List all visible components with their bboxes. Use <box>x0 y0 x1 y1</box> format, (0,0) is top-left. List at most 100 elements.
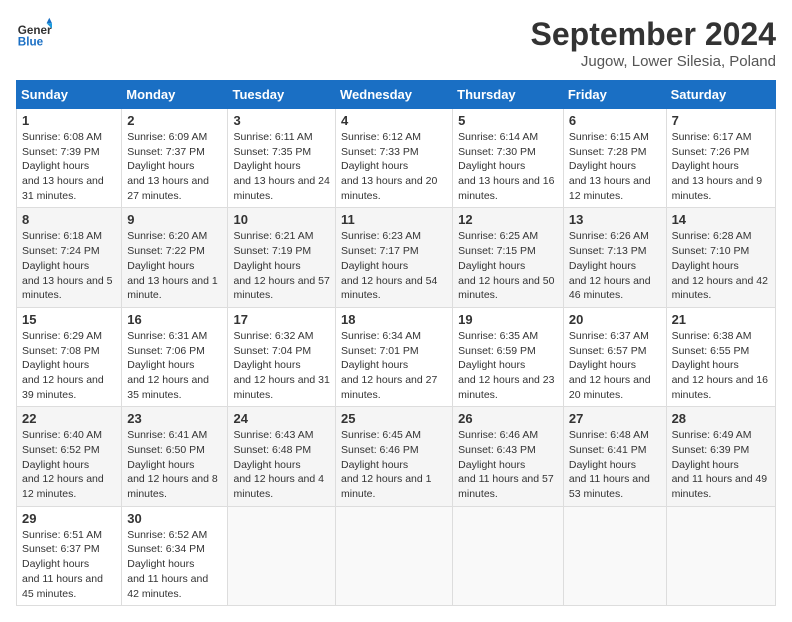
weekday-header: Thursday <box>453 81 564 109</box>
logo-icon: General Blue <box>16 16 52 52</box>
day-info: Sunrise: 6:38 AM Sunset: 6:55 PM Dayligh… <box>672 329 770 402</box>
calendar-cell: 10 Sunrise: 6:21 AM Sunset: 7:19 PM Dayl… <box>228 208 336 307</box>
calendar-cell: 26 Sunrise: 6:46 AM Sunset: 6:43 PM Dayl… <box>453 407 564 506</box>
calendar-cell: 15 Sunrise: 6:29 AM Sunset: 7:08 PM Dayl… <box>17 307 122 406</box>
day-info: Sunrise: 6:32 AM Sunset: 7:04 PM Dayligh… <box>233 329 330 402</box>
calendar-cell: 25 Sunrise: 6:45 AM Sunset: 6:46 PM Dayl… <box>336 407 453 506</box>
calendar-cell: 4 Sunrise: 6:12 AM Sunset: 7:33 PM Dayli… <box>336 109 453 208</box>
day-number: 12 <box>458 212 558 227</box>
day-number: 27 <box>569 411 661 426</box>
calendar-cell: 14 Sunrise: 6:28 AM Sunset: 7:10 PM Dayl… <box>666 208 775 307</box>
day-number: 21 <box>672 312 770 327</box>
weekday-header-row: SundayMondayTuesdayWednesdayThursdayFrid… <box>17 81 776 109</box>
day-info: Sunrise: 6:18 AM Sunset: 7:24 PM Dayligh… <box>22 229 116 302</box>
weekday-header: Monday <box>122 81 228 109</box>
day-info: Sunrise: 6:20 AM Sunset: 7:22 PM Dayligh… <box>127 229 222 302</box>
day-info: Sunrise: 6:26 AM Sunset: 7:13 PM Dayligh… <box>569 229 661 302</box>
day-number: 1 <box>22 113 116 128</box>
day-number: 17 <box>233 312 330 327</box>
day-info: Sunrise: 6:25 AM Sunset: 7:15 PM Dayligh… <box>458 229 558 302</box>
svg-text:Blue: Blue <box>18 36 44 49</box>
calendar-cell: 13 Sunrise: 6:26 AM Sunset: 7:13 PM Dayl… <box>563 208 666 307</box>
calendar-week-row: 1 Sunrise: 6:08 AM Sunset: 7:39 PM Dayli… <box>17 109 776 208</box>
day-info: Sunrise: 6:21 AM Sunset: 7:19 PM Dayligh… <box>233 229 330 302</box>
day-number: 25 <box>341 411 447 426</box>
calendar-cell: 18 Sunrise: 6:34 AM Sunset: 7:01 PM Dayl… <box>336 307 453 406</box>
day-info: Sunrise: 6:28 AM Sunset: 7:10 PM Dayligh… <box>672 229 770 302</box>
weekday-header: Tuesday <box>228 81 336 109</box>
calendar-cell: 7 Sunrise: 6:17 AM Sunset: 7:26 PM Dayli… <box>666 109 775 208</box>
calendar-cell <box>228 506 336 605</box>
calendar-cell: 11 Sunrise: 6:23 AM Sunset: 7:17 PM Dayl… <box>336 208 453 307</box>
calendar-cell: 27 Sunrise: 6:48 AM Sunset: 6:41 PM Dayl… <box>563 407 666 506</box>
page-subtitle: Jugow, Lower Silesia, Poland <box>531 53 776 70</box>
title-block: September 2024 Jugow, Lower Silesia, Pol… <box>531 16 776 70</box>
day-info: Sunrise: 6:08 AM Sunset: 7:39 PM Dayligh… <box>22 130 116 203</box>
day-info: Sunrise: 6:29 AM Sunset: 7:08 PM Dayligh… <box>22 329 116 402</box>
calendar-cell <box>453 506 564 605</box>
day-info: Sunrise: 6:34 AM Sunset: 7:01 PM Dayligh… <box>341 329 447 402</box>
day-info: Sunrise: 6:23 AM Sunset: 7:17 PM Dayligh… <box>341 229 447 302</box>
day-info: Sunrise: 6:37 AM Sunset: 6:57 PM Dayligh… <box>569 329 661 402</box>
day-number: 10 <box>233 212 330 227</box>
calendar-cell: 19 Sunrise: 6:35 AM Sunset: 6:59 PM Dayl… <box>453 307 564 406</box>
day-number: 3 <box>233 113 330 128</box>
calendar-cell: 5 Sunrise: 6:14 AM Sunset: 7:30 PM Dayli… <box>453 109 564 208</box>
day-number: 8 <box>22 212 116 227</box>
page-title: September 2024 <box>531 16 776 53</box>
calendar-cell: 2 Sunrise: 6:09 AM Sunset: 7:37 PM Dayli… <box>122 109 228 208</box>
day-number: 23 <box>127 411 222 426</box>
calendar-cell <box>563 506 666 605</box>
day-number: 11 <box>341 212 447 227</box>
logo: General Blue <box>16 16 52 52</box>
day-info: Sunrise: 6:35 AM Sunset: 6:59 PM Dayligh… <box>458 329 558 402</box>
day-number: 24 <box>233 411 330 426</box>
calendar-cell: 21 Sunrise: 6:38 AM Sunset: 6:55 PM Dayl… <box>666 307 775 406</box>
day-number: 29 <box>22 511 116 526</box>
calendar-week-row: 15 Sunrise: 6:29 AM Sunset: 7:08 PM Dayl… <box>17 307 776 406</box>
day-number: 20 <box>569 312 661 327</box>
day-info: Sunrise: 6:52 AM Sunset: 6:34 PM Dayligh… <box>127 528 222 601</box>
calendar-cell: 24 Sunrise: 6:43 AM Sunset: 6:48 PM Dayl… <box>228 407 336 506</box>
day-info: Sunrise: 6:49 AM Sunset: 6:39 PM Dayligh… <box>672 428 770 501</box>
day-info: Sunrise: 6:40 AM Sunset: 6:52 PM Dayligh… <box>22 428 116 501</box>
day-number: 14 <box>672 212 770 227</box>
calendar-cell: 3 Sunrise: 6:11 AM Sunset: 7:35 PM Dayli… <box>228 109 336 208</box>
day-number: 15 <box>22 312 116 327</box>
calendar-cell: 12 Sunrise: 6:25 AM Sunset: 7:15 PM Dayl… <box>453 208 564 307</box>
day-info: Sunrise: 6:12 AM Sunset: 7:33 PM Dayligh… <box>341 130 447 203</box>
calendar-cell: 16 Sunrise: 6:31 AM Sunset: 7:06 PM Dayl… <box>122 307 228 406</box>
calendar-cell: 28 Sunrise: 6:49 AM Sunset: 6:39 PM Dayl… <box>666 407 775 506</box>
calendar-cell: 9 Sunrise: 6:20 AM Sunset: 7:22 PM Dayli… <box>122 208 228 307</box>
calendar-cell: 6 Sunrise: 6:15 AM Sunset: 7:28 PM Dayli… <box>563 109 666 208</box>
calendar-cell: 1 Sunrise: 6:08 AM Sunset: 7:39 PM Dayli… <box>17 109 122 208</box>
calendar-cell: 17 Sunrise: 6:32 AM Sunset: 7:04 PM Dayl… <box>228 307 336 406</box>
day-info: Sunrise: 6:31 AM Sunset: 7:06 PM Dayligh… <box>127 329 222 402</box>
day-number: 13 <box>569 212 661 227</box>
day-number: 2 <box>127 113 222 128</box>
day-number: 18 <box>341 312 447 327</box>
day-info: Sunrise: 6:41 AM Sunset: 6:50 PM Dayligh… <box>127 428 222 501</box>
weekday-header: Wednesday <box>336 81 453 109</box>
day-info: Sunrise: 6:11 AM Sunset: 7:35 PM Dayligh… <box>233 130 330 203</box>
day-number: 9 <box>127 212 222 227</box>
day-info: Sunrise: 6:15 AM Sunset: 7:28 PM Dayligh… <box>569 130 661 203</box>
calendar-cell: 29 Sunrise: 6:51 AM Sunset: 6:37 PM Dayl… <box>17 506 122 605</box>
calendar-cell: 8 Sunrise: 6:18 AM Sunset: 7:24 PM Dayli… <box>17 208 122 307</box>
day-number: 19 <box>458 312 558 327</box>
calendar-week-row: 29 Sunrise: 6:51 AM Sunset: 6:37 PM Dayl… <box>17 506 776 605</box>
calendar-cell: 20 Sunrise: 6:37 AM Sunset: 6:57 PM Dayl… <box>563 307 666 406</box>
weekday-header: Sunday <box>17 81 122 109</box>
day-info: Sunrise: 6:09 AM Sunset: 7:37 PM Dayligh… <box>127 130 222 203</box>
calendar-cell <box>666 506 775 605</box>
calendar-cell: 30 Sunrise: 6:52 AM Sunset: 6:34 PM Dayl… <box>122 506 228 605</box>
day-info: Sunrise: 6:48 AM Sunset: 6:41 PM Dayligh… <box>569 428 661 501</box>
day-info: Sunrise: 6:14 AM Sunset: 7:30 PM Dayligh… <box>458 130 558 203</box>
day-number: 7 <box>672 113 770 128</box>
calendar-cell <box>336 506 453 605</box>
weekday-header: Saturday <box>666 81 775 109</box>
day-number: 6 <box>569 113 661 128</box>
day-info: Sunrise: 6:43 AM Sunset: 6:48 PM Dayligh… <box>233 428 330 501</box>
day-number: 22 <box>22 411 116 426</box>
calendar-week-row: 8 Sunrise: 6:18 AM Sunset: 7:24 PM Dayli… <box>17 208 776 307</box>
